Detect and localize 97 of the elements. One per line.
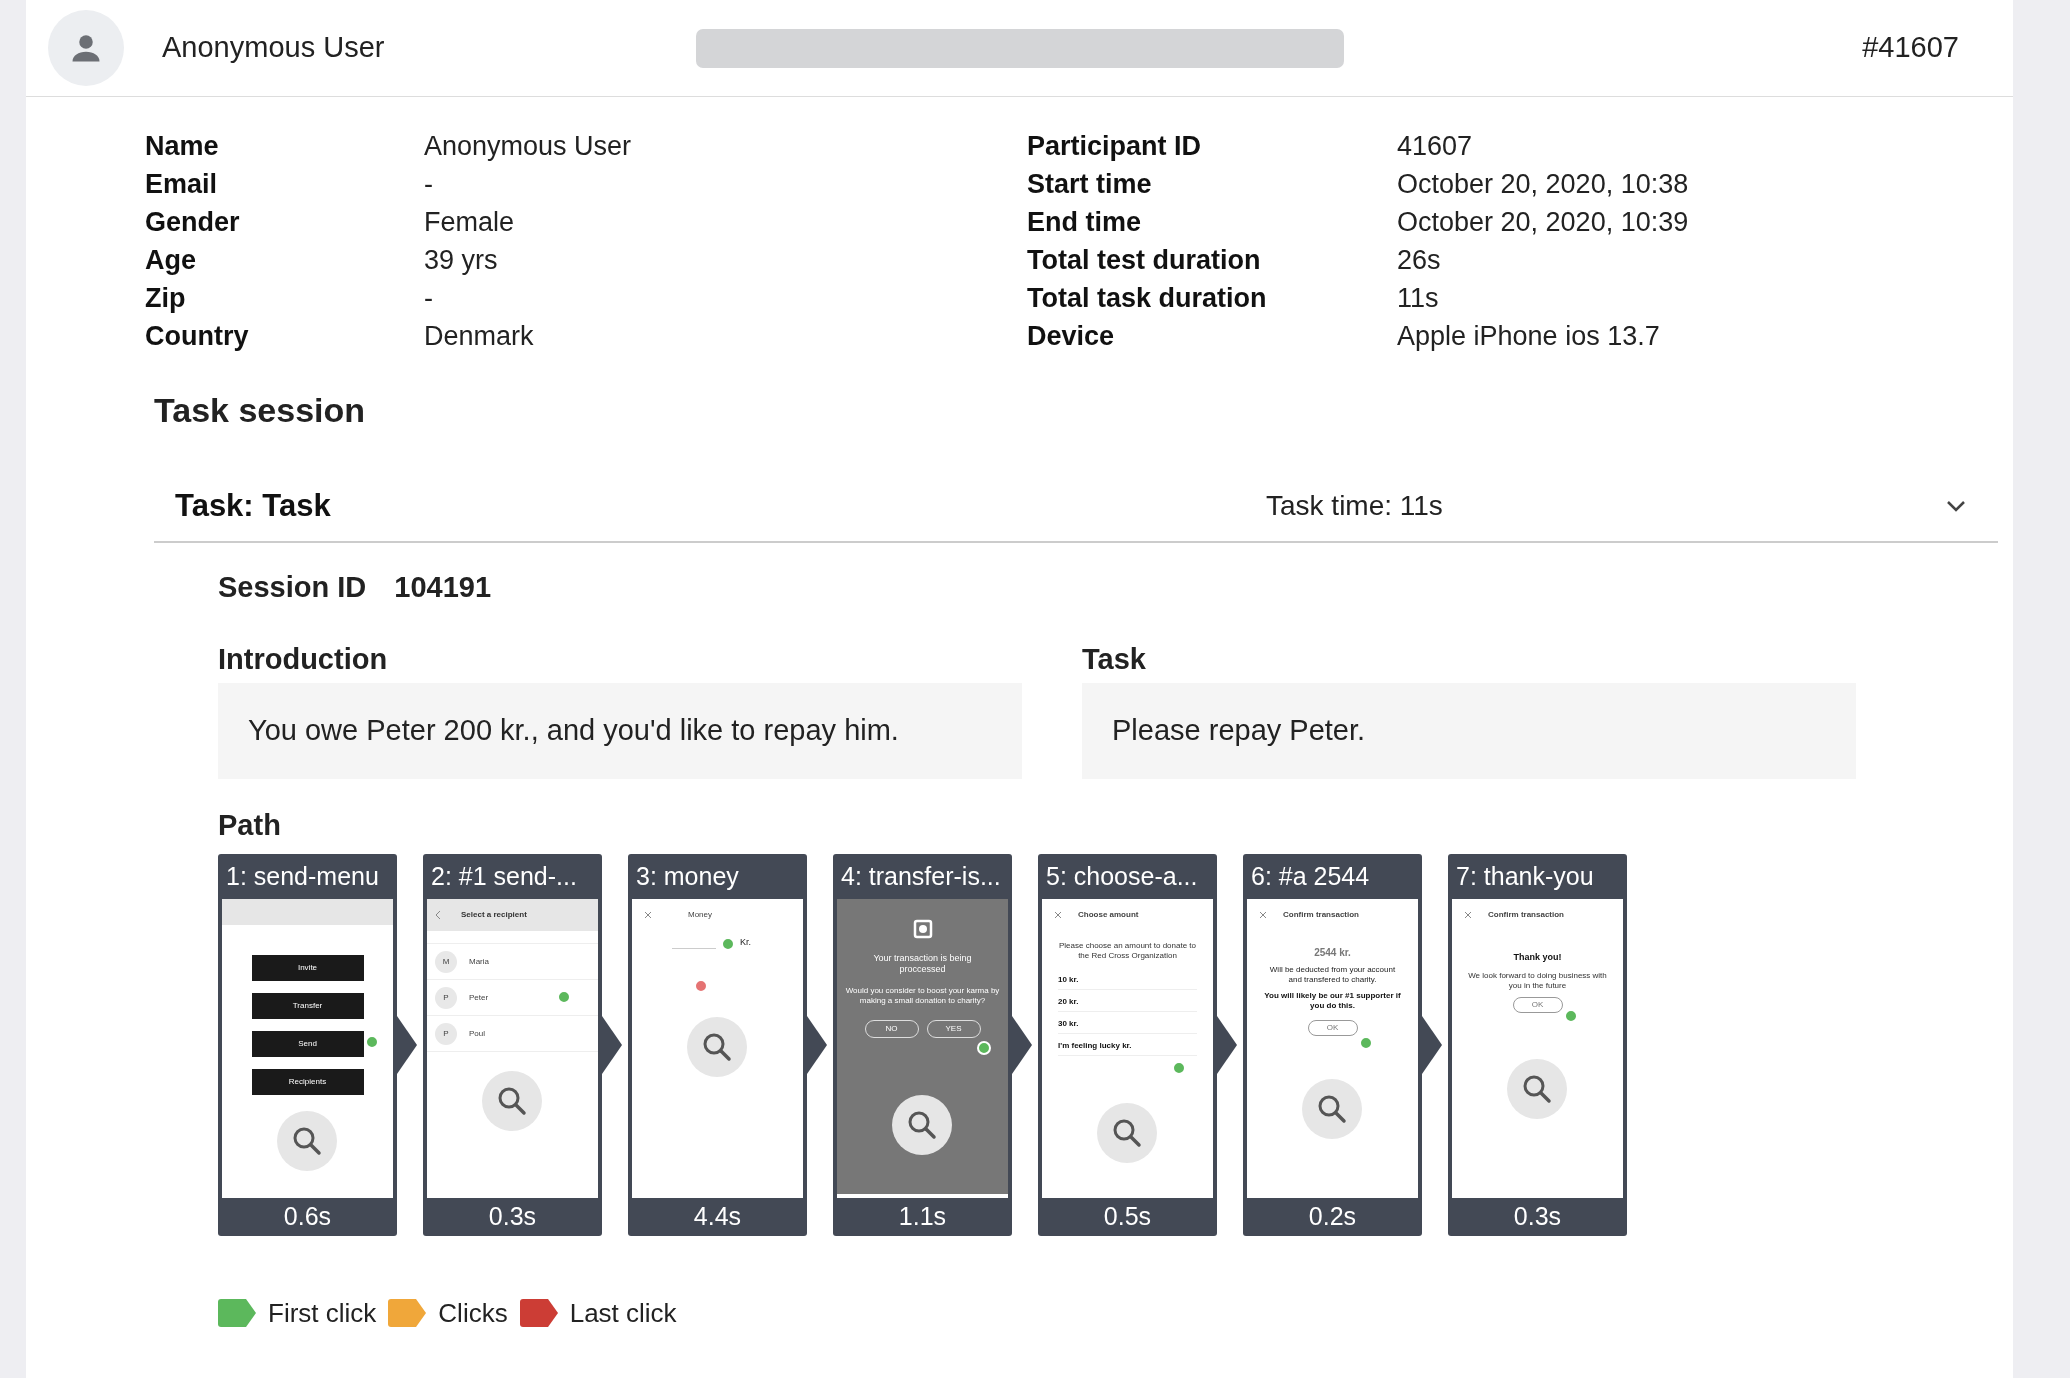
screen-text: We look forward to doing business with you in the future xyxy=(1467,970,1608,992)
text-panel: You owe Peter 200 kr., and you'd like to repay him. xyxy=(218,683,1022,779)
block-label: Task xyxy=(1082,642,1147,676)
step-label: 6: #a 2544 xyxy=(1250,860,1371,892)
detail-label: Device xyxy=(1027,319,1116,353)
task-title: Task: Task xyxy=(175,486,332,525)
dialog-title: Your transaction is being proccessed xyxy=(872,953,973,976)
session-label: Session ID xyxy=(218,570,367,606)
arrow-icon xyxy=(602,1015,622,1074)
path-step-card[interactable]: 2: #1 send-... Select a recipient M Maria P Peter P Poul 0.3s xyxy=(423,853,602,1236)
screen-title: Choose amount xyxy=(1078,909,1139,922)
step-time: 1.1s xyxy=(897,1201,948,1232)
menu-button[interactable]: Send xyxy=(251,1031,364,1058)
dialog-text: Would you consider to boost your karma by making a small donation to charity? xyxy=(844,985,1001,1006)
path-step-card[interactable]: 7: thank-you Confirm transaction Thank you! We look forward to doing business with you in the future OK 0.3s xyxy=(1448,853,1627,1236)
detail-value: 26s xyxy=(1397,243,1441,277)
arrow-icon xyxy=(397,1015,417,1074)
path-step-card[interactable]: 6: #a 2544 Confirm transaction 2544 kr. Will be deducted from your account and transfered to charity. You will likely be our #1 supporter if you do this. OK 0.2s xyxy=(1243,853,1422,1236)
step-label: 5: choose-a... xyxy=(1045,860,1199,892)
detail-value: - xyxy=(424,167,433,201)
detail-label: Age xyxy=(145,243,197,277)
screen-title: Confirm transaction xyxy=(1283,909,1359,922)
step-time: 0.2s xyxy=(1307,1201,1358,1232)
path-step-card[interactable]: 1: send-menu Invite Transfer Send Recipients 0.6s xyxy=(218,853,397,1236)
thanks-title: Thank you! xyxy=(1513,951,1562,965)
legend-label: First click xyxy=(268,1296,377,1330)
detail-value: 11s xyxy=(1397,281,1439,315)
arrow-icon xyxy=(807,1015,827,1074)
detail-label: Name xyxy=(145,129,220,163)
step-time: 0.3s xyxy=(1512,1201,1563,1232)
close-icon[interactable] xyxy=(1259,911,1267,920)
step-label: 1: send-menu xyxy=(225,860,380,892)
menu-button[interactable]: Invite xyxy=(251,955,364,982)
detail-value: Denmark xyxy=(424,319,534,353)
menu-button[interactable]: Transfer xyxy=(251,993,364,1020)
screen-text: Please choose an amount to donate to the Red Cross Organization xyxy=(1058,941,1197,962)
amount-option[interactable]: 10 kr. xyxy=(1058,967,1197,990)
processing-icon xyxy=(912,919,933,940)
path-step-card[interactable]: 3: money Money Kr. 4.4s xyxy=(628,853,807,1236)
detail-label: Email xyxy=(145,167,219,201)
detail-value: October 20, 2020, 10:38 xyxy=(1397,167,1689,201)
detail-value: October 20, 2020, 10:39 xyxy=(1397,205,1689,239)
screen-title: Confirm transaction xyxy=(1488,909,1564,922)
text-panel: Please repay Peter. xyxy=(1082,683,1856,779)
back-icon[interactable] xyxy=(435,910,441,921)
recipient-row[interactable]: M Maria xyxy=(427,944,598,981)
step-time: 0.6s xyxy=(282,1201,333,1232)
step-time: 0.5s xyxy=(1102,1201,1153,1232)
close-icon[interactable] xyxy=(644,911,652,920)
step-label: 7: thank-you xyxy=(1455,860,1595,892)
step-label: 2: #1 send-... xyxy=(430,860,578,892)
arrow-icon xyxy=(1422,1015,1442,1074)
path-label: Path xyxy=(218,808,282,843)
section-title: Task session xyxy=(154,390,367,431)
detail-value: Female xyxy=(424,205,515,239)
path-step-card[interactable]: 5: choose-a... Choose amount Please choose an amount to donate to the Red Cross Organization 10 kr. 20 kr. 30 kr. I'm feeling lucky kr. 0.5s xyxy=(1038,853,1217,1236)
amount-option[interactable]: I'm feeling lucky kr. xyxy=(1058,1033,1197,1056)
detail-label: Start time xyxy=(1027,167,1153,201)
block-label: Introduction xyxy=(218,642,389,676)
legend-label: Last click xyxy=(569,1296,677,1330)
arrow-icon xyxy=(1012,1015,1032,1074)
amount-option[interactable]: 20 kr. xyxy=(1058,989,1197,1012)
detail-label: End time xyxy=(1027,205,1142,239)
amount-text: 2544 kr. xyxy=(1314,946,1351,961)
currency-label: Kr. xyxy=(740,935,751,949)
detail-label: Total task duration xyxy=(1027,281,1268,315)
amount-option[interactable]: 30 kr. xyxy=(1058,1011,1197,1034)
task-header[interactable]: Task: Task Task time: 11s xyxy=(154,471,1998,543)
detail-value: Apple iPhone ios 13.7 xyxy=(1397,319,1660,353)
session-id: 104191 xyxy=(394,570,492,606)
detail-label: Zip xyxy=(145,281,187,315)
detail-label: Participant ID xyxy=(1027,129,1203,163)
task-time: Task time: 11s xyxy=(1266,489,1443,523)
step-time: 0.3s xyxy=(487,1201,538,1232)
participant-number: #41607 xyxy=(1862,30,1959,66)
menu-button[interactable]: Recipients xyxy=(251,1069,364,1096)
path-step-card[interactable]: 4: transfer-is... Your transaction is being proccessed Would you consider to boost your karma by making a small donation to charity? NO YES 1.1s xyxy=(833,853,1012,1236)
arrow-icon xyxy=(1217,1015,1237,1074)
detail-value: - xyxy=(424,281,433,315)
screen-title: Money xyxy=(688,909,712,922)
recipient-row[interactable]: P Poul xyxy=(427,1016,598,1053)
step-label: 4: transfer-is... xyxy=(840,860,1002,892)
detail-value: 41607 xyxy=(1397,129,1473,163)
detail-value: 39 yrs xyxy=(424,243,498,277)
step-label: 3: money xyxy=(635,860,740,892)
screen-title: Select a recipient xyxy=(461,909,527,922)
screen-note: You will likely be our #1 supporter if you do this. xyxy=(1263,990,1402,1012)
detail-label: Total test duration xyxy=(1027,243,1262,277)
step-time: 4.4s xyxy=(692,1201,743,1232)
detail-label: Country xyxy=(145,319,250,353)
detail-value: Anonymous User xyxy=(424,129,632,163)
screen-text: Will be deducted from your account and transfered to charity. xyxy=(1268,965,1397,986)
user-name: Anonymous User xyxy=(162,30,386,66)
close-icon[interactable] xyxy=(1054,911,1062,920)
detail-label: Gender xyxy=(145,205,241,239)
legend-label: Clicks xyxy=(438,1296,508,1330)
close-icon[interactable] xyxy=(1464,911,1472,920)
